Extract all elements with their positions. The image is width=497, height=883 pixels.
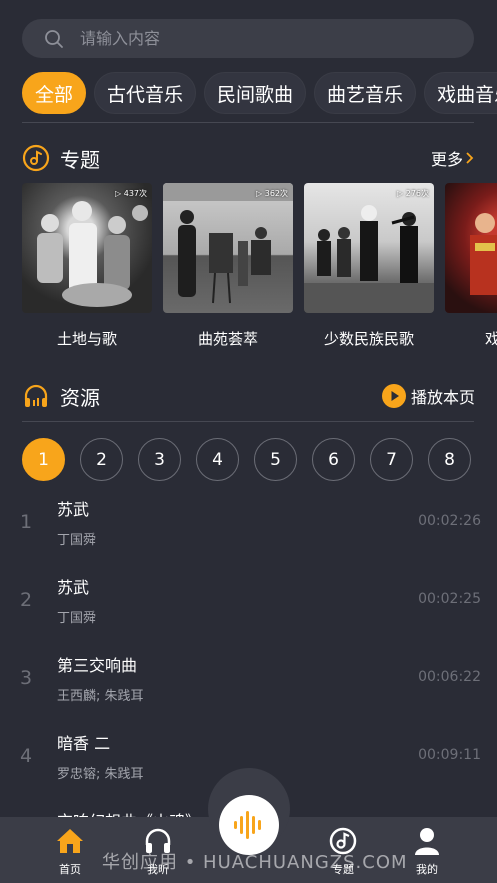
category-opera-music[interactable]: 戏曲音乐	[424, 72, 497, 114]
topic-image: ▷ 437次	[22, 183, 152, 313]
play-count: ▷ 276次	[397, 189, 429, 198]
divider	[22, 122, 474, 123]
page-button[interactable]: 1	[22, 438, 65, 481]
home-icon	[57, 829, 83, 853]
topics-header: 专题 更多	[22, 143, 475, 173]
resources-header: 资源 播放本页	[22, 381, 475, 411]
track-artist: 丁国舜	[57, 611, 97, 626]
track-title: 苏武	[57, 578, 90, 597]
track-artist: 罗忠镕; 朱践耳	[57, 767, 144, 782]
track-duration: 00:02:25	[418, 591, 481, 607]
search-icon	[45, 29, 63, 48]
track-duration: 00:02:26	[418, 513, 481, 529]
category-quyi-music[interactable]: 曲艺音乐	[314, 72, 417, 114]
topic-image	[445, 183, 497, 313]
topic-card[interactable]: ▷ 276次 少数民族民歌	[304, 183, 434, 358]
topics-carousel: ▷ 437次 土地与歌 ▷ 362次 曲苑荟萃 ▷ 276次 少数民族民歌 戏	[22, 183, 497, 358]
more-link[interactable]: 更多	[431, 146, 475, 170]
tab-home[interactable]: 首页	[40, 825, 100, 877]
topic-card[interactable]: ▷ 437次 土地与歌	[22, 183, 152, 358]
track-row[interactable]: 3 第三交响曲 王西麟; 朱践耳 00:06:22	[0, 639, 497, 717]
category-ancient-music[interactable]: 古代音乐	[94, 72, 197, 114]
search-bar[interactable]	[22, 19, 474, 58]
page-button[interactable]: 5	[254, 438, 297, 481]
search-input[interactable]	[80, 29, 420, 48]
track-artist: 王西麟; 朱践耳	[57, 689, 144, 704]
topic-name: 土地与歌	[56, 330, 117, 348]
category-folk-songs[interactable]: 民间歌曲	[204, 72, 307, 114]
topic-name: 戏	[485, 330, 497, 348]
track-row[interactable]: 1 苏武 丁国舜 00:02:26	[0, 483, 497, 561]
tab-label: 首页	[59, 863, 81, 876]
category-tabs: 全部 古代音乐 民间歌曲 曲艺音乐 戏曲音乐	[22, 72, 497, 116]
divider	[22, 421, 474, 422]
track-duration: 00:06:22	[418, 669, 481, 685]
topic-name: 曲苑荟萃	[197, 330, 258, 348]
play-page-label: 播放本页	[410, 388, 475, 407]
topics-title: 专题	[60, 147, 100, 172]
track-title: 苏武	[57, 500, 90, 519]
track-number: 3	[20, 667, 33, 689]
track-row[interactable]: 2 苏武 丁国舜 00:02:25	[0, 561, 497, 639]
play-circle-icon	[381, 384, 406, 408]
play-count: ▷ 437次	[115, 189, 147, 198]
topic-card[interactable]: ▷ 362次 曲苑荟萃	[163, 183, 293, 358]
track-number: 1	[20, 511, 33, 533]
track-artist: 丁国舜	[57, 533, 97, 548]
chevron-right-icon	[466, 152, 474, 164]
music-note-icon	[22, 144, 50, 172]
tab-label: 我的	[416, 863, 438, 876]
track-title: 暗香 二	[57, 734, 111, 753]
more-label: 更多	[430, 150, 463, 169]
track-number: 2	[20, 589, 33, 611]
play-page-button[interactable]: 播放本页	[381, 384, 475, 408]
track-number: 4	[20, 745, 33, 767]
watermark: 华创应用 • HUACHUANGZS.COM	[102, 852, 408, 873]
headphones-icon	[24, 384, 48, 407]
topic-name: 少数民族民歌	[323, 330, 414, 348]
track-duration: 00:09:11	[418, 747, 481, 763]
user-icon	[415, 828, 439, 855]
page-button[interactable]: 8	[428, 438, 471, 481]
track-title: 第三交响曲	[57, 656, 138, 675]
play-count: ▷ 362次	[256, 189, 288, 198]
topic-image: ▷ 276次	[304, 183, 434, 313]
sound-wave-icon	[234, 811, 261, 839]
player-button[interactable]	[219, 795, 279, 855]
topic-card[interactable]: 戏	[445, 183, 497, 358]
topic-image: ▷ 362次	[163, 183, 293, 313]
page-button[interactable]: 6	[312, 438, 355, 481]
category-all[interactable]: 全部	[22, 72, 87, 114]
page-button[interactable]: 2	[80, 438, 123, 481]
page-button[interactable]: 4	[196, 438, 239, 481]
resources-title: 资源	[60, 385, 100, 410]
page-button[interactable]: 3	[138, 438, 181, 481]
pagination: 1 2 3 4 5 6 7 8	[22, 438, 471, 481]
page-button[interactable]: 7	[370, 438, 413, 481]
